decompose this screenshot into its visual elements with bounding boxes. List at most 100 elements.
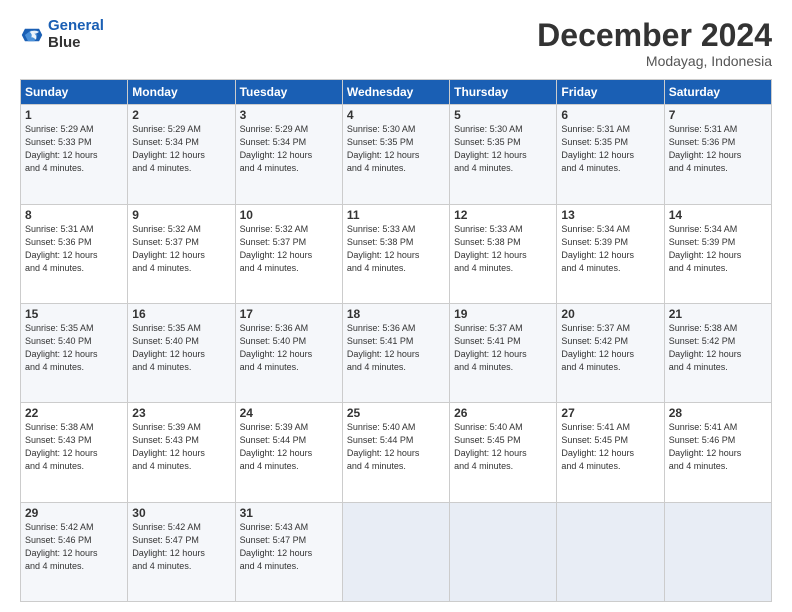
table-row: 13Sunrise: 5:34 AMSunset: 5:39 PMDayligh… xyxy=(557,204,664,303)
day-number: 9 xyxy=(132,208,230,222)
table-row: 21Sunrise: 5:38 AMSunset: 5:42 PMDayligh… xyxy=(664,303,771,402)
calendar-header-row: Sunday Monday Tuesday Wednesday Thursday… xyxy=(21,80,772,105)
day-number: 17 xyxy=(240,307,338,321)
day-number: 2 xyxy=(132,108,230,122)
day-number: 1 xyxy=(25,108,123,122)
table-row: 9Sunrise: 5:32 AMSunset: 5:37 PMDaylight… xyxy=(128,204,235,303)
day-info: Sunrise: 5:41 AMSunset: 5:46 PMDaylight:… xyxy=(669,421,767,473)
day-info: Sunrise: 5:34 AMSunset: 5:39 PMDaylight:… xyxy=(669,223,767,275)
col-friday: Friday xyxy=(557,80,664,105)
table-row: 12Sunrise: 5:33 AMSunset: 5:38 PMDayligh… xyxy=(450,204,557,303)
day-info: Sunrise: 5:40 AMSunset: 5:45 PMDaylight:… xyxy=(454,421,552,473)
day-number: 18 xyxy=(347,307,445,321)
day-info: Sunrise: 5:37 AMSunset: 5:42 PMDaylight:… xyxy=(561,322,659,374)
table-row: 2Sunrise: 5:29 AMSunset: 5:34 PMDaylight… xyxy=(128,105,235,204)
table-row: 24Sunrise: 5:39 AMSunset: 5:44 PMDayligh… xyxy=(235,403,342,502)
day-info: Sunrise: 5:35 AMSunset: 5:40 PMDaylight:… xyxy=(132,322,230,374)
calendar-week-row: 15Sunrise: 5:35 AMSunset: 5:40 PMDayligh… xyxy=(21,303,772,402)
day-info: Sunrise: 5:32 AMSunset: 5:37 PMDaylight:… xyxy=(132,223,230,275)
month-title: December 2024 xyxy=(537,18,772,53)
day-number: 5 xyxy=(454,108,552,122)
table-row: 29Sunrise: 5:42 AMSunset: 5:46 PMDayligh… xyxy=(21,502,128,601)
table-row: 28Sunrise: 5:41 AMSunset: 5:46 PMDayligh… xyxy=(664,403,771,502)
table-row xyxy=(664,502,771,601)
table-row: 23Sunrise: 5:39 AMSunset: 5:43 PMDayligh… xyxy=(128,403,235,502)
table-row: 31Sunrise: 5:43 AMSunset: 5:47 PMDayligh… xyxy=(235,502,342,601)
logo: General Blue xyxy=(20,18,104,51)
calendar-week-row: 8Sunrise: 5:31 AMSunset: 5:36 PMDaylight… xyxy=(21,204,772,303)
day-info: Sunrise: 5:39 AMSunset: 5:43 PMDaylight:… xyxy=(132,421,230,473)
table-row: 11Sunrise: 5:33 AMSunset: 5:38 PMDayligh… xyxy=(342,204,449,303)
day-info: Sunrise: 5:31 AMSunset: 5:35 PMDaylight:… xyxy=(561,123,659,175)
day-number: 12 xyxy=(454,208,552,222)
table-row: 1Sunrise: 5:29 AMSunset: 5:33 PMDaylight… xyxy=(21,105,128,204)
day-info: Sunrise: 5:41 AMSunset: 5:45 PMDaylight:… xyxy=(561,421,659,473)
title-block: December 2024 Modayag, Indonesia xyxy=(537,18,772,69)
day-number: 6 xyxy=(561,108,659,122)
table-row: 3Sunrise: 5:29 AMSunset: 5:34 PMDaylight… xyxy=(235,105,342,204)
table-row: 15Sunrise: 5:35 AMSunset: 5:40 PMDayligh… xyxy=(21,303,128,402)
table-row xyxy=(557,502,664,601)
table-row: 5Sunrise: 5:30 AMSunset: 5:35 PMDaylight… xyxy=(450,105,557,204)
day-info: Sunrise: 5:35 AMSunset: 5:40 PMDaylight:… xyxy=(25,322,123,374)
day-info: Sunrise: 5:29 AMSunset: 5:33 PMDaylight:… xyxy=(25,123,123,175)
table-row xyxy=(450,502,557,601)
header: General Blue December 2024 Modayag, Indo… xyxy=(20,18,772,69)
day-info: Sunrise: 5:43 AMSunset: 5:47 PMDaylight:… xyxy=(240,521,338,573)
table-row: 16Sunrise: 5:35 AMSunset: 5:40 PMDayligh… xyxy=(128,303,235,402)
col-wednesday: Wednesday xyxy=(342,80,449,105)
logo-icon xyxy=(20,24,44,46)
table-row: 17Sunrise: 5:36 AMSunset: 5:40 PMDayligh… xyxy=(235,303,342,402)
day-number: 10 xyxy=(240,208,338,222)
day-info: Sunrise: 5:33 AMSunset: 5:38 PMDaylight:… xyxy=(454,223,552,275)
day-info: Sunrise: 5:31 AMSunset: 5:36 PMDaylight:… xyxy=(25,223,123,275)
day-number: 4 xyxy=(347,108,445,122)
day-number: 24 xyxy=(240,406,338,420)
col-sunday: Sunday xyxy=(21,80,128,105)
day-info: Sunrise: 5:38 AMSunset: 5:42 PMDaylight:… xyxy=(669,322,767,374)
day-number: 31 xyxy=(240,506,338,520)
table-row: 7Sunrise: 5:31 AMSunset: 5:36 PMDaylight… xyxy=(664,105,771,204)
day-info: Sunrise: 5:39 AMSunset: 5:44 PMDaylight:… xyxy=(240,421,338,473)
day-number: 20 xyxy=(561,307,659,321)
table-row: 26Sunrise: 5:40 AMSunset: 5:45 PMDayligh… xyxy=(450,403,557,502)
calendar-week-row: 22Sunrise: 5:38 AMSunset: 5:43 PMDayligh… xyxy=(21,403,772,502)
table-row: 25Sunrise: 5:40 AMSunset: 5:44 PMDayligh… xyxy=(342,403,449,502)
day-info: Sunrise: 5:33 AMSunset: 5:38 PMDaylight:… xyxy=(347,223,445,275)
table-row: 18Sunrise: 5:36 AMSunset: 5:41 PMDayligh… xyxy=(342,303,449,402)
col-monday: Monday xyxy=(128,80,235,105)
calendar-week-row: 1Sunrise: 5:29 AMSunset: 5:33 PMDaylight… xyxy=(21,105,772,204)
table-row xyxy=(342,502,449,601)
table-row: 30Sunrise: 5:42 AMSunset: 5:47 PMDayligh… xyxy=(128,502,235,601)
day-number: 13 xyxy=(561,208,659,222)
day-info: Sunrise: 5:42 AMSunset: 5:47 PMDaylight:… xyxy=(132,521,230,573)
day-info: Sunrise: 5:36 AMSunset: 5:40 PMDaylight:… xyxy=(240,322,338,374)
day-number: 26 xyxy=(454,406,552,420)
calendar-table: Sunday Monday Tuesday Wednesday Thursday… xyxy=(20,79,772,602)
day-number: 23 xyxy=(132,406,230,420)
day-info: Sunrise: 5:42 AMSunset: 5:46 PMDaylight:… xyxy=(25,521,123,573)
day-info: Sunrise: 5:37 AMSunset: 5:41 PMDaylight:… xyxy=(454,322,552,374)
day-number: 3 xyxy=(240,108,338,122)
day-number: 30 xyxy=(132,506,230,520)
day-number: 14 xyxy=(669,208,767,222)
day-info: Sunrise: 5:29 AMSunset: 5:34 PMDaylight:… xyxy=(240,123,338,175)
col-saturday: Saturday xyxy=(664,80,771,105)
day-number: 7 xyxy=(669,108,767,122)
table-row: 22Sunrise: 5:38 AMSunset: 5:43 PMDayligh… xyxy=(21,403,128,502)
logo-line1: General xyxy=(48,17,104,34)
day-number: 22 xyxy=(25,406,123,420)
day-info: Sunrise: 5:34 AMSunset: 5:39 PMDaylight:… xyxy=(561,223,659,275)
day-number: 19 xyxy=(454,307,552,321)
calendar-week-row: 29Sunrise: 5:42 AMSunset: 5:46 PMDayligh… xyxy=(21,502,772,601)
day-number: 28 xyxy=(669,406,767,420)
table-row: 27Sunrise: 5:41 AMSunset: 5:45 PMDayligh… xyxy=(557,403,664,502)
logo-text: General Blue xyxy=(48,18,104,51)
logo-line2: Blue xyxy=(48,35,104,52)
day-number: 8 xyxy=(25,208,123,222)
day-info: Sunrise: 5:30 AMSunset: 5:35 PMDaylight:… xyxy=(347,123,445,175)
table-row: 6Sunrise: 5:31 AMSunset: 5:35 PMDaylight… xyxy=(557,105,664,204)
day-number: 11 xyxy=(347,208,445,222)
table-row: 4Sunrise: 5:30 AMSunset: 5:35 PMDaylight… xyxy=(342,105,449,204)
page: General Blue December 2024 Modayag, Indo… xyxy=(0,0,792,612)
